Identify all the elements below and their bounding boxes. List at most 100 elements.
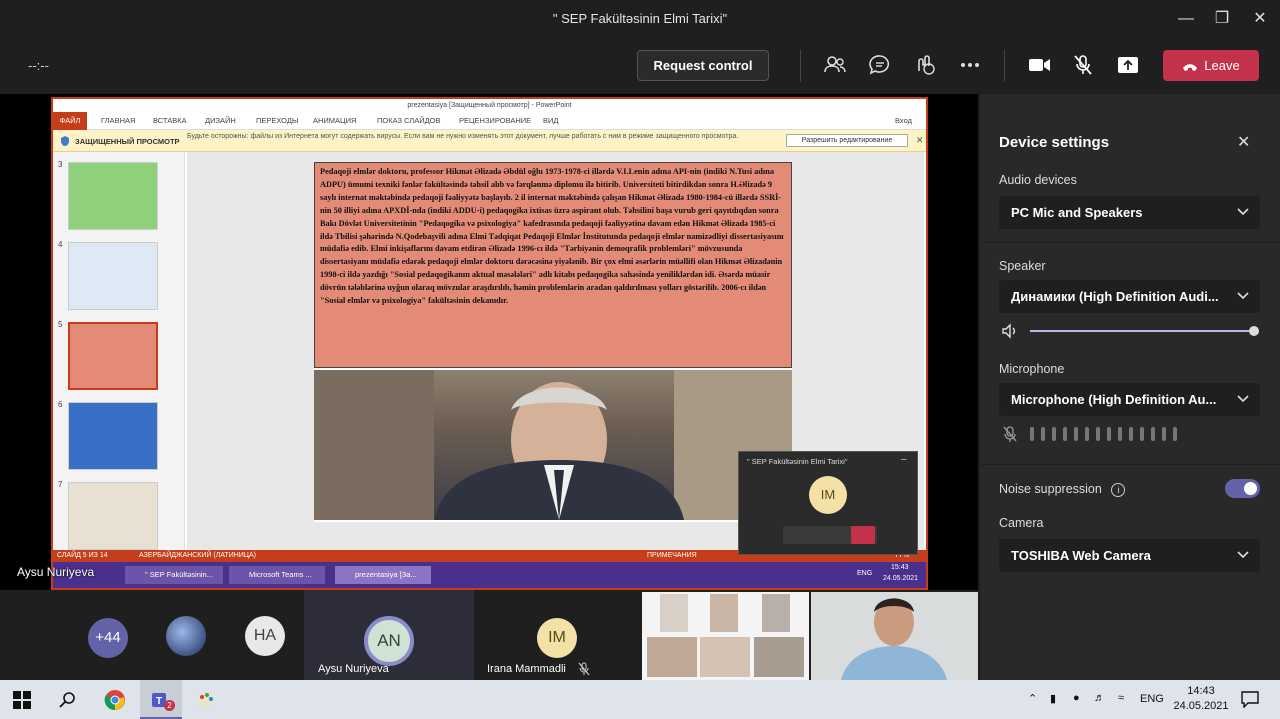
ppt-tab-home[interactable]: ГЛАВНАЯ	[101, 116, 135, 125]
os-clock[interactable]: 14:43 24.05.2021	[1166, 684, 1236, 714]
slide-thumbnail[interactable]	[68, 162, 158, 230]
more-icon[interactable]	[957, 52, 983, 78]
slide-thumbnail[interactable]	[68, 242, 158, 310]
mic-level-bar	[1074, 427, 1078, 441]
close-icon[interactable]: ✕	[916, 135, 924, 146]
meeting-toolbar: --:-- Request control Leave	[0, 38, 1280, 94]
ppt-tab-design[interactable]: ДИЗАЙН	[205, 116, 236, 125]
microphone-label: Microphone	[999, 362, 1065, 376]
video-tile[interactable]	[811, 592, 978, 680]
slide-number: 6	[58, 400, 63, 409]
slide-thumbnail[interactable]	[68, 402, 158, 470]
notifications-icon[interactable]	[1240, 690, 1260, 708]
ppt-tab-slideshow[interactable]: ПОКАЗ СЛАЙДОВ	[377, 116, 441, 125]
wifi-icon[interactable]: ≈	[1118, 692, 1124, 704]
ppt-tab-review[interactable]: РЕЦЕНЗИРОВАНИЕ	[459, 116, 531, 125]
audio-devices-dropdown[interactable]: PC Mic and Speakers	[999, 196, 1260, 229]
slide-photo	[314, 370, 792, 520]
ppt-login[interactable]: Вход	[895, 116, 912, 125]
device-settings-panel: Device settings ✕ Audio devices PC Mic a…	[980, 94, 1280, 680]
volume-icon[interactable]: ♬	[1094, 692, 1105, 704]
window-titlebar: " SEP Fakültəsinin Elmi Tarixi" — ❐ ✕	[0, 0, 1280, 38]
teams-taskbar-button[interactable]: T 2	[140, 680, 182, 719]
close-icon[interactable]: ✕	[1237, 132, 1250, 152]
ppt-tab-file[interactable]: ФАЙЛ	[53, 112, 87, 130]
volume-slider-fill	[1030, 330, 1254, 332]
ppt-titlebar: prezentasiya [Защищенный просмотр] - Pow…	[53, 99, 926, 112]
slide-number: 7	[58, 480, 63, 489]
camera-dropdown[interactable]: TOSHIBA Web Camera	[999, 539, 1260, 572]
search-icon[interactable]	[59, 691, 77, 709]
ppt-tab-view[interactable]: ВИД	[543, 116, 558, 125]
shared-screen: prezentasiya [Защищенный просмотр] - Pow…	[0, 94, 978, 590]
noise-suppression-toggle[interactable]	[1225, 479, 1260, 498]
ppt-ribbon: ФАЙЛ ГЛАВНАЯ ВСТАВКА ДИЗАЙН ПЕРЕХОДЫ АНИ…	[53, 112, 926, 130]
avatar[interactable]: HA	[245, 616, 285, 656]
participant-gallery: +44 HA AN Aysu Nuriyeva IM Irana Mammadl…	[0, 590, 980, 680]
minimize-icon[interactable]: –	[901, 454, 907, 465]
volume-slider-thumb[interactable]	[1249, 326, 1259, 336]
slide-thumbnail-selected[interactable]	[68, 322, 158, 390]
request-control-button[interactable]: Request control	[637, 50, 769, 81]
share-icon[interactable]	[1115, 52, 1141, 78]
mic-level-bar	[1096, 427, 1100, 441]
ppt-tab-transitions[interactable]: ПЕРЕХОДЫ	[256, 116, 299, 125]
camera-label: Camera	[999, 516, 1044, 530]
participant-tile[interactable]: IM Irana Mammadli	[474, 590, 640, 680]
ppt-title: prezentasiya [Защищенный просмотр] - Pow…	[407, 102, 572, 109]
video-thumbnail	[647, 637, 697, 677]
video-grid-tile[interactable]	[642, 592, 809, 680]
speaker-dropdown[interactable]: Динамики (High Definition Audi...	[999, 280, 1260, 313]
mic-level-bar	[1118, 427, 1122, 441]
close-icon[interactable]: ✕	[1249, 8, 1271, 30]
maximize-icon[interactable]: ❐	[1211, 8, 1233, 30]
people-icon[interactable]	[822, 52, 848, 78]
video-thumbnail	[660, 594, 688, 632]
portrait-image	[314, 370, 792, 520]
mic-off-icon[interactable]	[1070, 52, 1096, 78]
enable-editing-button[interactable]: Разрешить редактирование	[786, 134, 908, 147]
meeting-pip-window[interactable]: " SEP Fakültəsinin Elmi Tarixi" – IM	[738, 451, 918, 555]
ppt-tab-insert[interactable]: ВСТАВКА	[153, 116, 187, 125]
slide-text-box: Pedaqoji elmlər doktoru, professor Hikmə…	[314, 162, 792, 368]
microphone-tray-icon[interactable]: ●	[1073, 692, 1080, 704]
chrome-icon[interactable]	[104, 689, 126, 711]
windows-start-icon[interactable]	[13, 691, 31, 709]
leave-button[interactable]: Leave	[1163, 50, 1259, 81]
remote-time: 15:43	[891, 564, 909, 571]
window-title: " SEP Fakültəsinin Elmi Tarixi"	[552, 11, 728, 26]
participant-tile[interactable]: AN Aysu Nuriyeva	[304, 590, 474, 680]
minimize-icon[interactable]: —	[1175, 8, 1197, 30]
tray-chevron-icon[interactable]: ⌃	[1028, 692, 1037, 705]
toolbar-divider	[800, 50, 801, 82]
ppt-tab-animation[interactable]: АНИМАЦИЯ	[313, 116, 356, 125]
info-icon[interactable]: i	[1111, 482, 1126, 497]
paint-icon[interactable]	[195, 689, 217, 711]
mic-level-bar	[1151, 427, 1155, 441]
volume-slider[interactable]	[1030, 326, 1259, 336]
speaker-volume-icon	[1002, 323, 1015, 339]
remote-task-powerpoint: prezentasiya [За...	[335, 566, 431, 584]
camera-value: TOSHIBA Web Camera	[1011, 548, 1151, 563]
camera-icon[interactable]	[1026, 52, 1052, 78]
participant-name: Aysu Nuriyeva	[318, 663, 389, 675]
avatar[interactable]	[166, 616, 206, 656]
reactions-icon[interactable]	[912, 52, 938, 78]
svg-text:T: T	[156, 696, 162, 707]
chat-icon[interactable]	[867, 52, 893, 78]
slide-thumbnail[interactable]	[68, 482, 158, 550]
microphone-dropdown[interactable]: Microphone (High Definition Au...	[999, 383, 1260, 416]
os-language[interactable]: ENG	[1140, 693, 1164, 705]
hang-up-icon[interactable]	[851, 526, 875, 544]
audio-device-value: PC Mic and Speakers	[1011, 205, 1143, 220]
battery-icon[interactable]: ▮	[1050, 692, 1056, 705]
chevron-down-icon	[1237, 292, 1249, 300]
current-slide: Pedaqoji elmlər doktoru, professor Hikmə…	[314, 162, 792, 522]
mic-off-icon	[1003, 426, 1017, 442]
overflow-participants-button[interactable]: +44	[88, 618, 128, 658]
participant-name: Irana Mammadli	[487, 663, 566, 675]
remote-task-teams: Microsoft Teams ...	[229, 566, 325, 584]
speaker-value: Динамики (High Definition Audi...	[1011, 289, 1219, 304]
status-notes[interactable]: ПРИМЕЧАНИЯ	[647, 550, 697, 562]
slide-number: 5	[58, 320, 63, 329]
